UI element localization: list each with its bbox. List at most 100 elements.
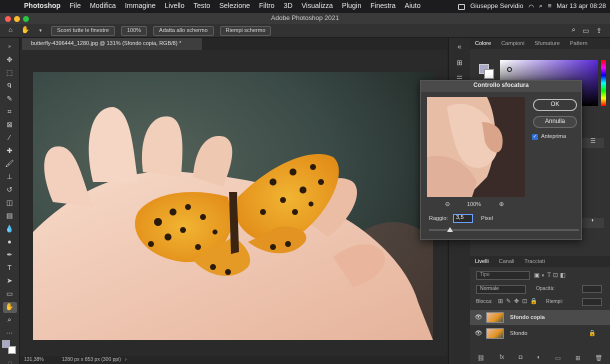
panel-options-icon[interactable]: ☰ (582, 138, 604, 148)
more-tools-icon[interactable]: ··· (3, 328, 17, 339)
layer-filter-select[interactable]: Tipo (476, 271, 530, 280)
eraser-tool-icon[interactable]: ◫ (3, 198, 17, 209)
battery-icon[interactable] (458, 3, 466, 10)
marquee-tool-icon[interactable]: ⬚ (3, 68, 17, 79)
menu-filtro[interactable]: Filtro (259, 3, 275, 10)
workspace-icon[interactable]: ▭ (583, 27, 590, 35)
document-tab[interactable]: butterfly-4396444_1280.jpg @ 131% (Sfond… (22, 38, 202, 50)
history-panel-icon[interactable]: ⊞ (449, 59, 470, 67)
cancel-button[interactable]: Annulla (533, 116, 577, 128)
opacity-field[interactable] (582, 285, 602, 293)
add-mask-icon[interactable]: ◘ (519, 355, 523, 361)
zoom-tool-icon[interactable]: ⌕ (3, 315, 17, 326)
control-center-icon[interactable]: ≡ (548, 3, 552, 10)
type-tool-icon[interactable]: T (3, 263, 17, 274)
new-adjustment-icon[interactable]: ◐ (537, 355, 541, 361)
status-arrow-icon[interactable]: › (125, 357, 127, 363)
layer-row-sfondo[interactable]: 👁 Sfondo 🔒 (470, 326, 610, 341)
quick-selection-tool-icon[interactable]: ✎ (3, 94, 17, 105)
ok-button[interactable]: OK (533, 99, 577, 111)
collapse-panels-icon[interactable]: « (449, 44, 470, 51)
hand-tool-icon[interactable]: ✋ (21, 27, 30, 35)
radius-input[interactable]: 3,5 (453, 214, 473, 223)
tool-preset-dropdown-icon[interactable]: ▾ (36, 27, 45, 35)
frame-tool-icon[interactable]: ⊠ (3, 120, 17, 131)
radius-slider-thumb[interactable] (447, 227, 453, 232)
color-picker-cursor[interactable] (507, 67, 512, 72)
home-icon[interactable]: ⌂ (6, 27, 15, 35)
hand-tool-icon-active[interactable]: ✋ (2, 302, 17, 313)
color-panel-background-swatch[interactable] (484, 69, 494, 79)
zoom-out-icon[interactable]: ⊖ (445, 201, 450, 208)
link-layers-icon[interactable]: ⛓ (477, 355, 485, 362)
layer-name[interactable]: Sfondo copia (510, 315, 545, 321)
menu-modifica[interactable]: Modifica (90, 3, 116, 10)
menu-plugin[interactable]: Plugin (342, 3, 361, 10)
hue-slider[interactable] (601, 60, 606, 106)
layer-style-icon[interactable]: fx (499, 355, 504, 361)
new-layer-icon[interactable]: ⊞ (575, 355, 580, 362)
menu-finestra[interactable]: Finestra (370, 3, 395, 10)
menu-photoshop[interactable]: Photoshop (24, 3, 61, 10)
lock-icons[interactable]: ⊞✎✥⊡🔒 (498, 298, 541, 305)
history-brush-tool-icon[interactable]: ↺ (3, 185, 17, 196)
pen-tool-icon[interactable]: ✒ (3, 250, 17, 261)
user-name[interactable]: Giuseppe Servidio (470, 3, 523, 10)
minimize-window-button[interactable] (14, 16, 20, 22)
fill-field[interactable] (582, 298, 602, 306)
fill-screen-button[interactable]: Riempi schermo (219, 25, 272, 36)
tab-campioni[interactable]: Campioni (496, 41, 529, 47)
tab-canali[interactable]: Canali (494, 259, 520, 265)
path-selection-tool-icon[interactable]: ➤ (3, 276, 17, 287)
tab-colore[interactable]: Colore (470, 41, 496, 47)
move-tool-icon[interactable]: ✥ (3, 55, 17, 66)
status-zoom[interactable]: 131,38% (24, 357, 44, 363)
blend-mode-select[interactable]: Normale (476, 285, 526, 294)
new-group-icon[interactable]: ▭ (555, 355, 561, 362)
healing-brush-tool-icon[interactable]: ✚ (3, 146, 17, 157)
layer-name[interactable]: Sfondo (510, 331, 527, 337)
menu-visualizza[interactable]: Visualizza (302, 3, 333, 10)
quick-mask-icon[interactable]: ◌ (3, 358, 17, 364)
search-icon[interactable]: ⌕ (572, 27, 576, 35)
layer-filter-icons[interactable]: ▣◐T⊡◧ (534, 272, 568, 279)
menu-file[interactable]: File (70, 3, 81, 10)
menu-3d[interactable]: 3D (284, 3, 293, 10)
menu-selezione[interactable]: Selezione (219, 3, 250, 10)
menu-aiuto[interactable]: Aiuto (405, 3, 421, 10)
blur-preview[interactable] (427, 97, 525, 197)
zoom-100-button[interactable]: 100% (120, 25, 148, 36)
scroll-all-windows-checkbox[interactable]: Scorri tutte le finestre (51, 25, 115, 36)
delete-layer-icon[interactable]: 🗑 (595, 355, 603, 362)
background-color-swatch[interactable] (8, 346, 16, 354)
lasso-tool-icon[interactable]: ᑫ (3, 81, 17, 92)
eye-icon[interactable]: 👁 (474, 330, 483, 337)
menu-livello[interactable]: Livello (165, 3, 185, 10)
preview-checkbox[interactable]: ✓ (532, 134, 538, 140)
collapse-toolbar-icon[interactable]: » (3, 42, 17, 53)
tab-sfumature[interactable]: Sfumature (529, 41, 564, 47)
zoom-window-button[interactable] (23, 16, 29, 22)
dodge-tool-icon[interactable]: ● (3, 237, 17, 248)
gradient-tool-icon[interactable]: ▤ (3, 211, 17, 222)
brush-tool-icon[interactable]: 🖌 (3, 159, 17, 170)
layer-row-sfondo-copia[interactable]: 👁 Sfondo copia (470, 310, 610, 325)
document-photo[interactable] (33, 72, 433, 340)
clone-stamp-tool-icon[interactable]: ⊥ (3, 172, 17, 183)
close-window-button[interactable] (5, 16, 11, 22)
adjustments-icon[interactable]: ◐ (582, 218, 604, 228)
blur-tool-icon[interactable]: 💧 (3, 224, 17, 235)
menu-immagine[interactable]: Immagine (125, 3, 156, 10)
share-icon[interactable]: ⇪ (596, 27, 602, 35)
zoom-in-icon[interactable]: ⊕ (499, 201, 504, 208)
clock-text[interactable]: Mar 13 apr 08:28 (556, 3, 606, 10)
menu-testo[interactable]: Testo (194, 3, 211, 10)
rectangle-tool-icon[interactable]: ▭ (3, 289, 17, 300)
tab-livelli[interactable]: Livelli (470, 259, 494, 265)
eye-icon[interactable]: 👁 (474, 314, 483, 321)
spotlight-icon[interactable]: ⌕ (539, 3, 543, 11)
tab-pattern[interactable]: Pattern (565, 41, 593, 47)
wifi-icon[interactable]: ◠ (528, 3, 534, 11)
eyedropper-tool-icon[interactable]: ⁄ (3, 133, 17, 144)
crop-tool-icon[interactable]: ⌗ (3, 107, 17, 118)
